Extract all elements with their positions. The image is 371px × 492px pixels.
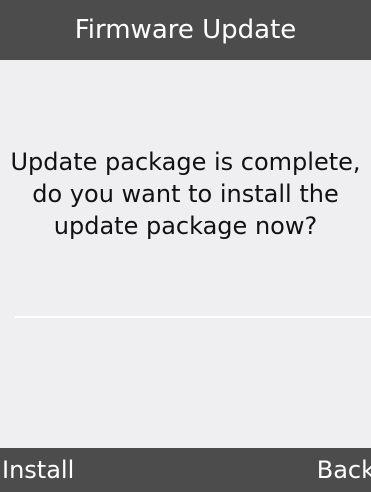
install-button[interactable]: Install <box>2 448 122 492</box>
page-title: Firmware Update <box>74 15 297 45</box>
firmware-update-screen: Firmware Update Update package is comple… <box>0 0 371 492</box>
back-button-label: Back <box>316 456 371 484</box>
dialog-message: Update package is complete, do you want … <box>10 148 361 240</box>
title-bar: Firmware Update <box>0 0 371 60</box>
back-button[interactable]: Back <box>255 448 371 492</box>
softkey-bar: Install Back <box>0 448 371 492</box>
install-button-label: Install <box>2 456 75 484</box>
content-divider <box>15 316 371 318</box>
